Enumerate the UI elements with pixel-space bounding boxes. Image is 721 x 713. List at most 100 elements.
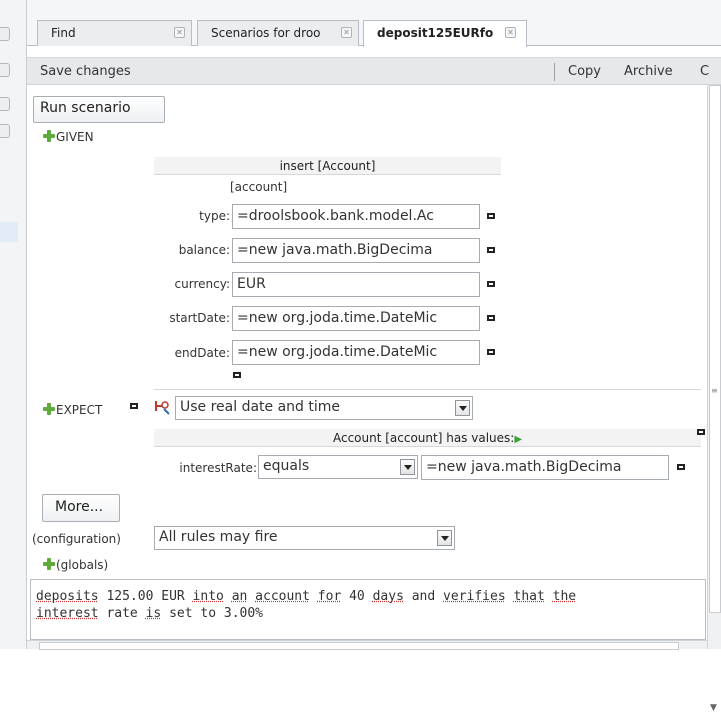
text-run <box>506 589 514 604</box>
remove-field-icon[interactable] <box>487 315 495 321</box>
tab-deposit-scenario[interactable]: deposit125EURfo ✕ <box>363 20 527 47</box>
expect-label: EXPECT <box>56 403 103 417</box>
globals-section: (globals) <box>42 557 108 572</box>
given-section: GIVEN <box>42 129 94 144</box>
text-run: is <box>145 606 162 621</box>
text-run: days <box>372 589 404 604</box>
tab-label: deposit125EURfo <box>377 26 494 40</box>
operator-select[interactable]: equals <box>258 455 418 479</box>
toolbar-divider <box>554 63 555 81</box>
add-given-icon[interactable] <box>42 129 56 143</box>
close-icon[interactable]: ✕ <box>505 27 516 38</box>
text-run: into <box>192 589 224 604</box>
close-icon[interactable]: ✕ <box>174 27 185 38</box>
collapse-handle[interactable] <box>0 27 10 41</box>
overflow-button[interactable]: C <box>700 64 709 79</box>
chevron-down-icon[interactable] <box>437 530 452 546</box>
text-run: rate <box>98 606 146 621</box>
remove-expect-icon[interactable] <box>130 403 138 409</box>
close-icon[interactable]: ✕ <box>341 27 352 38</box>
vertical-scrollbar[interactable]: ≡ ▼ <box>707 85 721 713</box>
text-run: 40 <box>341 589 373 604</box>
text-run: that <box>513 589 545 604</box>
text-run: deposits <box>36 589 99 604</box>
type-field[interactable]: =droolsbook.bank.model.Ac <box>232 204 480 229</box>
remove-field-icon[interactable] <box>487 349 495 355</box>
date-calendar-icon <box>155 401 170 415</box>
end-date-field[interactable]: =new org.joda.time.DateMic <box>232 340 480 365</box>
start-date-field[interactable]: =new org.joda.time.DateMic <box>232 306 480 331</box>
date-mode-value: Use real date and time <box>180 399 341 415</box>
field-label-type: type: <box>199 209 230 223</box>
grip-icon: ≡ <box>711 386 718 395</box>
expect-section: EXPECT <box>42 402 102 417</box>
collapse-handle[interactable] <box>0 124 10 138</box>
fact-variable: [account] <box>230 180 288 194</box>
field-label-balance: balance: <box>178 243 230 257</box>
remove-fact-icon[interactable] <box>233 372 241 378</box>
horizontal-scrollbar[interactable] <box>27 640 707 650</box>
chevron-down-icon[interactable]: ▼ <box>710 703 717 713</box>
text-run: for <box>317 589 342 604</box>
fact-header: insert [Account] <box>154 157 501 175</box>
interest-rate-field[interactable]: =new java.math.BigDecima <box>421 455 669 480</box>
text-run: verifies <box>443 589 506 604</box>
text-run: account <box>255 589 310 604</box>
field-label-currency: currency: <box>174 277 230 291</box>
tab-label: Scenarios for droo <box>211 26 321 40</box>
tab-bar: Find ✕ Scenarios for droo ✕ deposit125EU… <box>27 0 721 47</box>
balance-field[interactable]: =new java.math.BigDecima <box>232 238 480 263</box>
run-scenario-button[interactable]: Run scenario <box>33 96 165 123</box>
field-label-start-date: startDate: <box>169 311 230 325</box>
interest-rate-label: interestRate: <box>179 461 257 475</box>
currency-field[interactable]: EUR <box>232 272 480 297</box>
collapse-handle[interactable] <box>0 97 10 111</box>
add-expect-icon[interactable] <box>42 402 56 416</box>
description-line-2: interest rate is set to 3.00% <box>36 605 705 622</box>
remove-field-icon[interactable] <box>677 464 685 470</box>
text-run: an <box>231 589 248 604</box>
tab-scenarios[interactable]: Scenarios for droo ✕ <box>197 20 359 46</box>
divider <box>154 389 701 390</box>
tab-find[interactable]: Find ✕ <box>37 20 192 46</box>
scrollbar-thumb[interactable] <box>709 85 721 613</box>
operator-value: equals <box>263 458 310 474</box>
text-run: interest <box>36 606 99 621</box>
date-mode-select[interactable]: Use real date and time <box>175 396 473 420</box>
left-panel-strip <box>0 0 27 649</box>
chevron-down-icon[interactable] <box>400 459 415 475</box>
configuration-label: (configuration) <box>32 532 121 546</box>
text-run: 125.00 EUR <box>98 589 193 604</box>
archive-button[interactable]: Archive <box>624 64 673 79</box>
text-run <box>247 589 255 604</box>
remove-field-icon[interactable] <box>487 281 495 287</box>
more-button[interactable]: More... <box>42 494 120 522</box>
text-run <box>545 589 553 604</box>
expect-header: Account [account] has values:▶ <box>154 429 701 447</box>
given-label: GIVEN <box>56 130 94 144</box>
text-run: set to 3.00% <box>161 606 263 621</box>
remove-expectation-icon[interactable] <box>697 429 705 435</box>
text-run: and <box>403 589 444 604</box>
description-line-1: deposits 125.00 EUR into an account for … <box>36 588 705 605</box>
text-run <box>224 589 232 604</box>
play-icon[interactable]: ▶ <box>514 434 522 445</box>
remove-field-icon[interactable] <box>487 247 495 253</box>
collapse-handle[interactable] <box>0 63 10 77</box>
tab-label: Find <box>51 26 76 40</box>
scenario-description[interactable]: deposits 125.00 EUR into an account for … <box>30 579 706 640</box>
globals-label: (globals) <box>56 558 109 572</box>
expect-header-text: Account [account] has values: <box>332 431 515 445</box>
configuration-value: All rules may fire <box>159 529 278 545</box>
remove-field-icon[interactable] <box>487 213 495 219</box>
toolbar: Save changes Copy Archive C <box>27 57 721 85</box>
chevron-down-icon[interactable] <box>455 400 470 416</box>
copy-button[interactable]: Copy <box>568 64 601 79</box>
selected-item-highlight <box>0 222 18 242</box>
save-changes-button[interactable]: Save changes <box>40 64 131 79</box>
field-label-end-date: endDate: <box>174 346 230 360</box>
configuration-select[interactable]: All rules may fire <box>154 526 455 550</box>
text-run <box>310 589 318 604</box>
text-run: the <box>552 589 577 604</box>
add-globals-icon[interactable] <box>42 557 56 571</box>
